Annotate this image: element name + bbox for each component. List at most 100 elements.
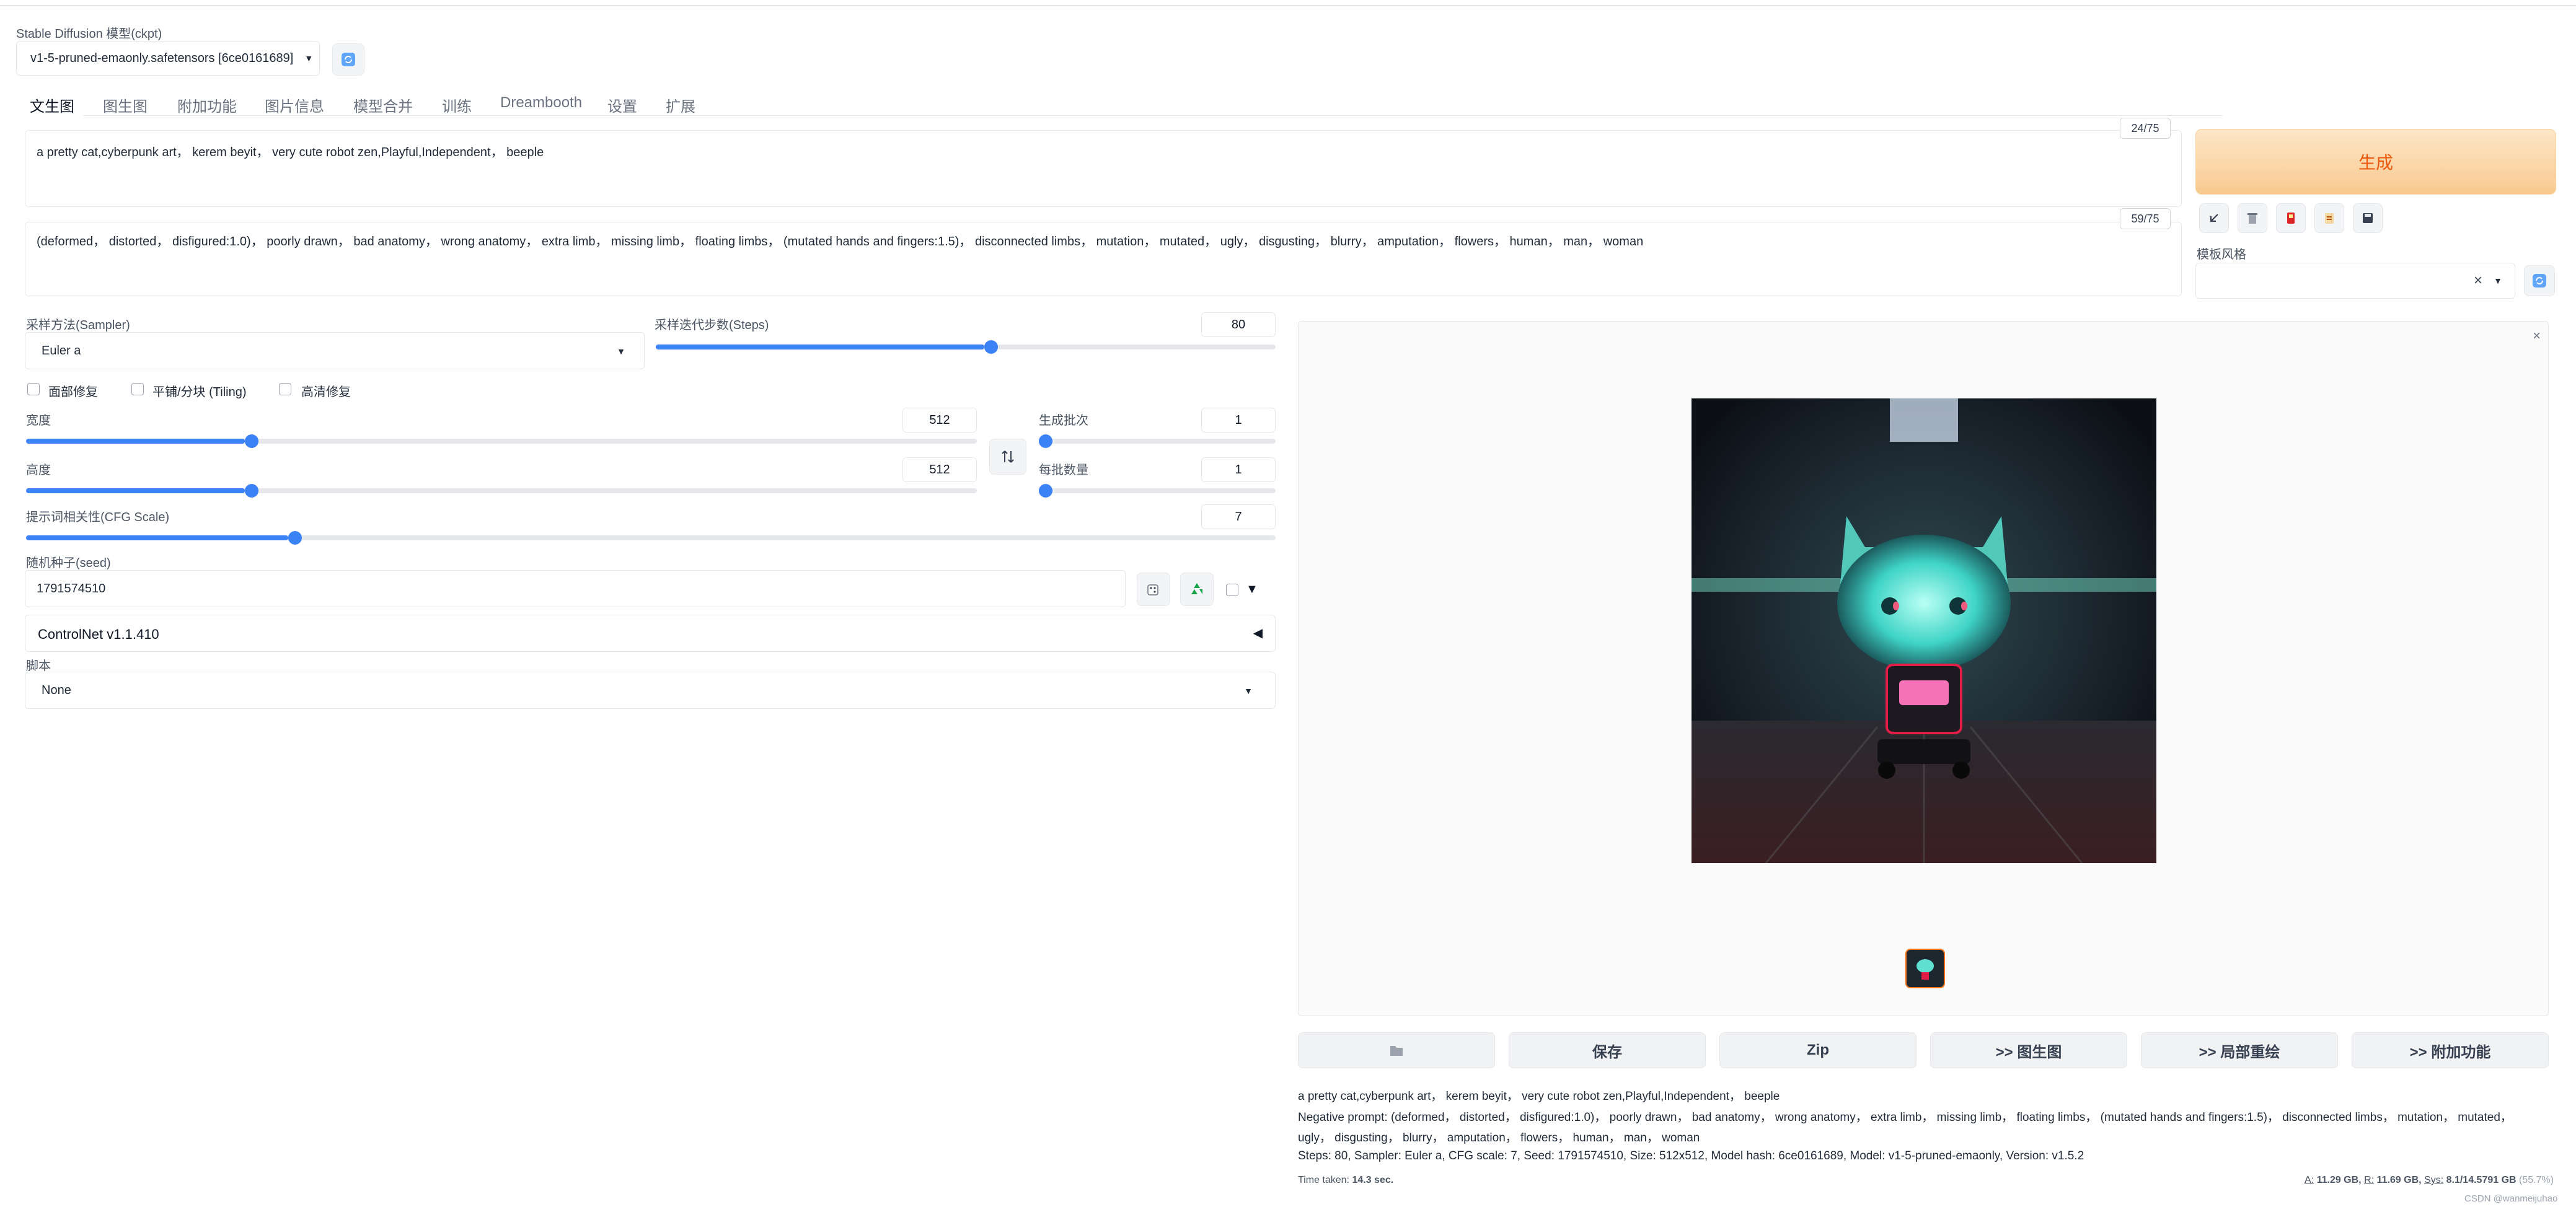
sampler-select[interactable]: Euler a ▼ [25, 332, 645, 369]
hires-fix-checkbox[interactable] [279, 383, 291, 395]
style-label: 模板风格 [2197, 248, 2246, 261]
mem-percent: (55.7%) [2519, 1175, 2554, 1185]
tab-dreambooth[interactable]: Dreambooth [500, 94, 582, 112]
refresh-icon [2533, 274, 2546, 288]
seed-value: 1791574510 [37, 581, 106, 595]
save-style-button[interactable] [2353, 203, 2383, 233]
generated-image[interactable] [1692, 398, 2156, 863]
cfg-slider[interactable] [26, 531, 1276, 545]
collapse-arrow-icon: ◀ [1253, 626, 1263, 640]
face-restore-label: 面部修复 [48, 385, 98, 399]
gen-info-params: Steps: 80, Sampler: Euler a, CFG scale: … [1298, 1149, 2084, 1162]
height-input[interactable]: 512 [902, 457, 977, 482]
batch-count-slider-thumb[interactable] [1039, 434, 1052, 448]
gallery-thumbnail[interactable] [1905, 949, 1945, 988]
zip-button[interactable]: Zip [1719, 1032, 1917, 1068]
width-slider[interactable] [26, 434, 977, 448]
seed-label: 随机种子(seed) [26, 556, 111, 570]
show-extra-networks-button[interactable] [2276, 203, 2306, 233]
time-taken-label: Time taken: [1298, 1175, 1349, 1185]
height-slider-fill [26, 488, 245, 493]
close-icon[interactable]: × [2533, 328, 2541, 344]
tab-checkpoint-merger[interactable]: 模型合并 [353, 94, 413, 116]
tab-settings[interactable]: 设置 [607, 94, 637, 116]
prompt-text: a pretty cat,cyberpunk art， kerem beyit，… [37, 146, 544, 159]
mem-a-value: 11.29 GB, [2316, 1175, 2362, 1185]
controlnet-accordion[interactable]: ControlNet v1.1.410 ◀ [25, 615, 1276, 652]
save-button[interactable]: 保存 [1509, 1032, 1706, 1068]
gen-info-negative-line1: Negative prompt: (deformed， distorted， d… [1298, 1111, 2512, 1124]
batch-count-slider[interactable] [1039, 434, 1276, 448]
extra-seed-checkbox[interactable] [1226, 584, 1238, 596]
thumbnail-image [1907, 950, 1944, 987]
refresh-model-button[interactable] [332, 43, 364, 76]
steps-input[interactable]: 80 [1201, 312, 1276, 337]
apply-style-button[interactable] [2314, 203, 2344, 233]
negative-prompt-text: (deformed， distorted， disfigured:1.0)， p… [37, 235, 1644, 248]
trash-icon [2247, 213, 2257, 224]
model-label: Stable Diffusion 模型(ckpt) [16, 27, 162, 41]
seed-input[interactable]: 1791574510 [25, 570, 1126, 607]
mem-sys-label: Sys: [2424, 1175, 2444, 1185]
prompt-token-counter: 24/75 [2120, 118, 2171, 139]
floppy-disk-icon [2363, 213, 2373, 223]
chevron-down-icon: ▼ [304, 53, 314, 63]
refresh-styles-button[interactable] [2524, 265, 2555, 296]
tiling-checkbox[interactable] [131, 383, 144, 395]
tab-train[interactable]: 训练 [442, 94, 472, 116]
steps-slider-fill [656, 345, 984, 349]
reuse-seed-button[interactable] [1180, 573, 1214, 606]
recycle-icon [1191, 583, 1202, 594]
face-restore-checkbox[interactable] [27, 383, 40, 395]
send-to-inpaint-button[interactable]: >> 局部重绘 [2141, 1032, 2338, 1068]
clear-icon[interactable]: × [2474, 272, 2482, 289]
script-select[interactable]: None ▼ [25, 672, 1276, 709]
steps-slider-thumb[interactable] [984, 340, 998, 354]
width-input[interactable]: 512 [902, 408, 977, 433]
chevron-down-icon: ▼ [1244, 686, 1253, 696]
sampler-label: 采样方法(Sampler) [26, 318, 130, 332]
steps-slider[interactable] [656, 340, 1276, 354]
send-to-img2img-button[interactable]: >> 图生图 [1930, 1032, 2127, 1068]
chevron-down-icon: ▼ [2494, 276, 2502, 286]
model-select[interactable]: v1-5-pruned-emaonly.safetensors [6ce0161… [16, 41, 320, 76]
width-slider-fill [26, 439, 245, 444]
batch-size-input[interactable]: 1 [1201, 457, 1276, 482]
sampler-value: Euler a [42, 343, 81, 358]
cfg-slider-fill [26, 535, 289, 540]
batch-count-input[interactable]: 1 [1201, 408, 1276, 433]
tab-extras[interactable]: 附加功能 [177, 94, 237, 116]
swap-dimensions-button[interactable] [989, 439, 1026, 475]
active-tab-gap [16, 115, 83, 117]
batch-size-slider-thumb[interactable] [1039, 484, 1052, 498]
tab-png-info[interactable]: 图片信息 [265, 94, 324, 116]
prompt-textarea[interactable]: a pretty cat,cyberpunk art， kerem beyit，… [25, 130, 2182, 207]
height-slider[interactable] [26, 484, 977, 498]
mem-r-label: R: [2364, 1175, 2375, 1185]
tab-divider [16, 115, 2223, 116]
extra-seed-toggle-icon[interactable]: ▼ [1246, 582, 1258, 597]
output-gallery: × [1298, 321, 2549, 1016]
negative-prompt-textarea[interactable]: (deformed， distorted， disfigured:1.0)， p… [25, 222, 2182, 296]
mem-a-label: A: [2305, 1175, 2314, 1185]
clear-prompt-button[interactable] [2238, 203, 2267, 233]
cfg-label: 提示词相关性(CFG Scale) [26, 511, 170, 524]
generate-button[interactable]: 生成 [2195, 129, 2556, 195]
width-slider-thumb[interactable] [244, 434, 258, 448]
memory-stats: A: 11.29 GB, R: 11.69 GB, Sys: 8.1/14.57… [2305, 1175, 2554, 1186]
tab-txt2img[interactable]: 文生图 [30, 94, 74, 116]
batch-size-slider[interactable] [1039, 484, 1276, 498]
tab-img2img[interactable]: 图生图 [103, 94, 148, 116]
style-dropdown[interactable]: × ▼ [2195, 263, 2515, 299]
open-folder-button[interactable] [1298, 1032, 1495, 1068]
gen-info-negative-line2: ugly， disgusting， blurry， amputation， fl… [1298, 1131, 1700, 1144]
tab-extensions[interactable]: 扩展 [666, 94, 695, 116]
send-to-extras-button[interactable]: >> 附加功能 [2352, 1032, 2549, 1068]
height-slider-thumb[interactable] [244, 484, 258, 498]
read-params-button[interactable] [2199, 203, 2229, 233]
negative-prompt-token-counter: 59/75 [2120, 208, 2171, 229]
batch-count-label: 生成批次 [1039, 414, 1088, 428]
cfg-input[interactable]: 7 [1201, 504, 1276, 529]
cfg-slider-thumb[interactable] [288, 531, 302, 545]
random-seed-button[interactable] [1137, 573, 1170, 606]
